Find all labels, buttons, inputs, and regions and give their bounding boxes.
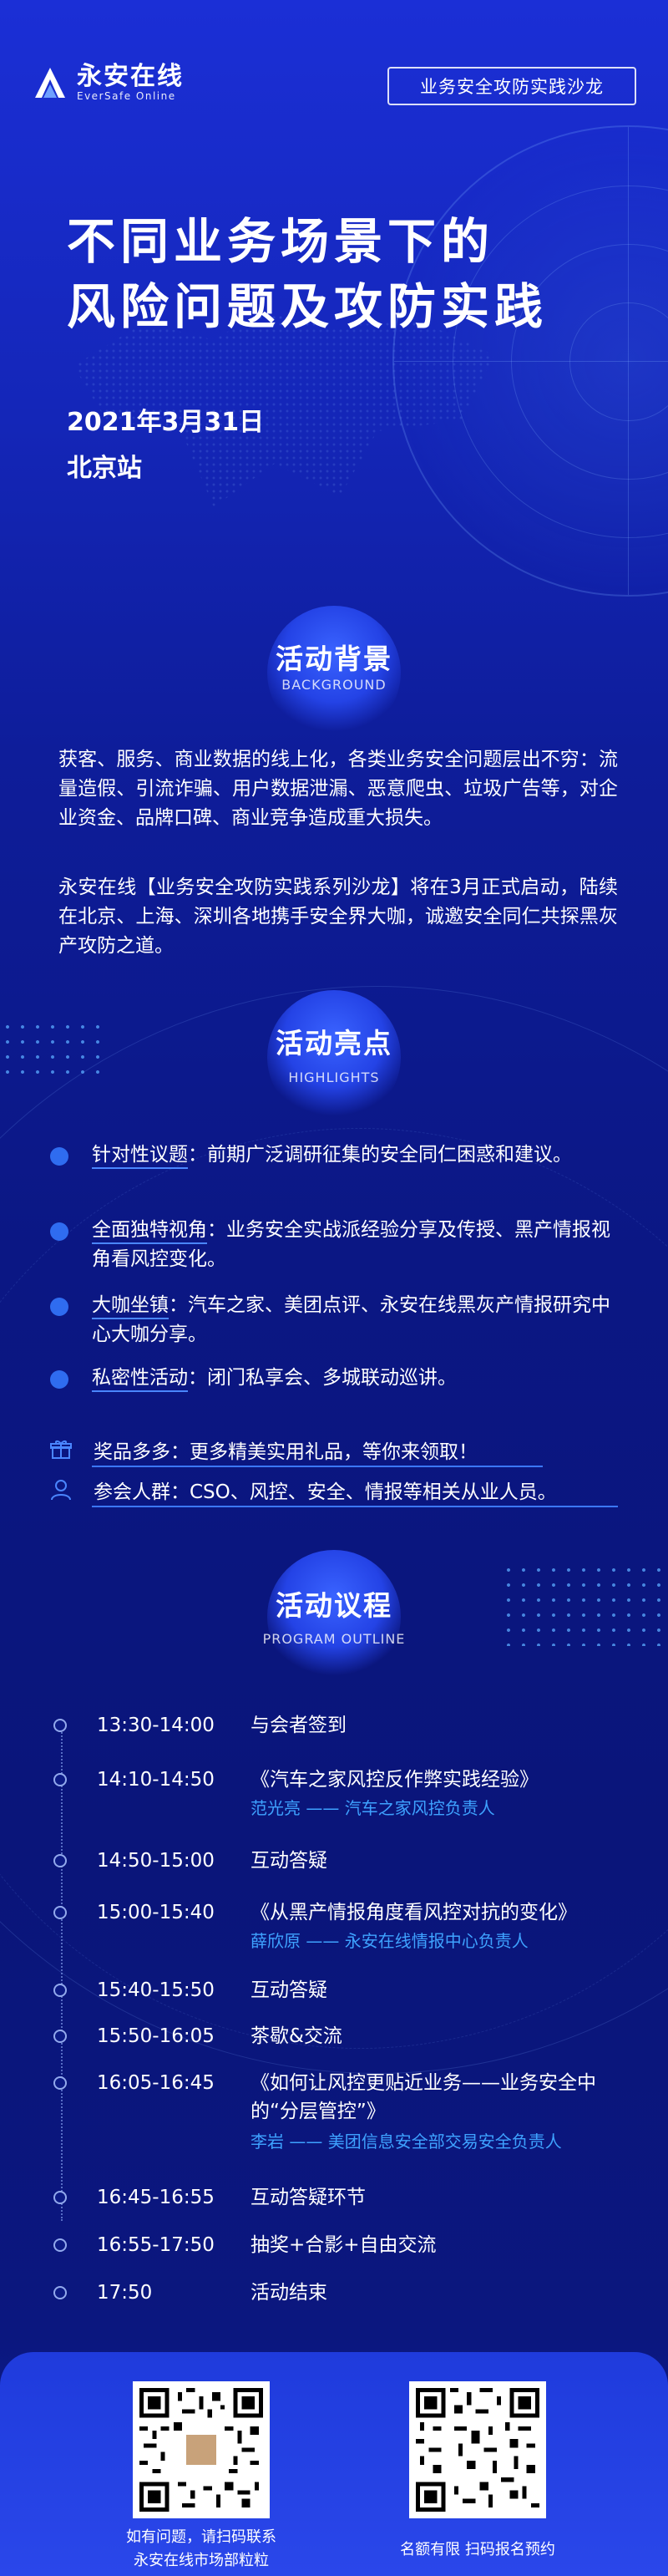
agenda-time: 15:50-16:05 bbox=[97, 2025, 215, 2047]
agenda-timeline bbox=[61, 1720, 63, 2221]
agenda-speaker: 范光亮 —— 汽车之家风控负责人 bbox=[250, 1798, 495, 1818]
signup-qr-code[interactable] bbox=[409, 2381, 546, 2518]
highlight-item: 大咖坐镇：汽车之家、美团点评、永安在线黑灰产情报研究中心大咖分享。 bbox=[50, 1291, 626, 1349]
footer-panel: 如有问题，请扫码联系 永安在线市场部粒粒 名额有限 扫码报名预约 bbox=[0, 2352, 668, 2576]
timeline-dot bbox=[53, 1906, 67, 1919]
event-poster: 永安在线 EverSafe Online 业务安全攻防实践沙龙 不同业务场景下的… bbox=[0, 0, 668, 2576]
background-paragraph-2: 永安在线【业务安全攻防实践系列沙龙】将在3月正式启动，陆续在北京、上海、深圳各地… bbox=[58, 876, 618, 957]
agenda-time: 16:45-16:55 bbox=[97, 2187, 215, 2208]
timeline-dot bbox=[53, 2191, 67, 2204]
agenda-subtitle: PROGRAM OUTLINE bbox=[262, 1631, 406, 1647]
agenda-speaker: 薛欣原 —— 永安在线情报中心负责人 bbox=[250, 1931, 529, 1951]
qr-code-icon bbox=[139, 2388, 263, 2512]
title-line-2: 风险问题及攻防实践 bbox=[67, 278, 549, 335]
timeline-dot bbox=[53, 2286, 67, 2299]
highlight-text: ：汽车之家、美团点评、永安在线黑灰产情报研究中心大咖分享。 bbox=[92, 1294, 610, 1345]
audience-underline bbox=[92, 1506, 618, 1507]
radar-decoration bbox=[392, 125, 668, 597]
highlights-subtitle: HIGHLIGHTS bbox=[288, 1070, 380, 1085]
timeline-dot bbox=[53, 1854, 67, 1867]
highlight-item: 针对性议题：前期广泛调研征集的安全同仁困惑和建议。 bbox=[50, 1141, 626, 1170]
prize-text: 奖品多多：更多精美实用礼品，等你来领取！ bbox=[94, 1441, 478, 1463]
brand-logo: 永安在线 EverSafe Online bbox=[32, 64, 184, 102]
radar-crosshair bbox=[628, 127, 629, 595]
agenda-time: 13:30-14:00 bbox=[97, 1715, 215, 1736]
agenda-topic: 互动答疑环节 bbox=[250, 2187, 366, 2208]
background-subtitle: BACKGROUND bbox=[281, 677, 387, 693]
bullet-icon bbox=[50, 1222, 68, 1241]
agenda-topic: 互动答疑 bbox=[250, 1979, 327, 2001]
bullet-icon bbox=[50, 1147, 68, 1166]
highlights-title: 活动亮点 bbox=[276, 1027, 392, 1059]
salon-tag: 业务安全攻防实践沙龙 bbox=[387, 67, 636, 105]
audience-row: 参会人群：CSO、风控、安全、情报等相关从业人员。 bbox=[50, 1476, 557, 1504]
agenda-time: 14:10-14:50 bbox=[97, 1769, 215, 1791]
timeline-dot bbox=[53, 2030, 67, 2043]
signup-qr-caption: 名额有限 扫码报名预约 bbox=[400, 2541, 555, 2558]
event-venue: 北京站 bbox=[67, 454, 142, 483]
timeline-dot bbox=[53, 2076, 67, 2090]
timeline-dot bbox=[53, 2238, 67, 2252]
event-date: 2021年3月31日 bbox=[67, 408, 265, 437]
agenda-topic: 《从黑产情报角度看风控对抗的变化》 bbox=[250, 1902, 577, 1923]
highlight-text: ：闭门私享会、多城联动巡讲。 bbox=[188, 1367, 457, 1389]
agenda-time: 17:50 bbox=[97, 2282, 153, 2304]
contact-caption-line-2: 永安在线市场部粒粒 bbox=[134, 2552, 269, 2569]
highlight-item: 私密性活动：闭门私享会、多城联动巡讲。 bbox=[50, 1364, 626, 1393]
audience-text: 参会人群：CSO、风控、安全、情报等相关从业人员。 bbox=[94, 1481, 557, 1503]
logo-chinese: 永安在线 bbox=[77, 62, 184, 91]
agenda-topic: 茶歇&交流 bbox=[250, 2025, 342, 2047]
bullet-icon bbox=[50, 1298, 68, 1316]
timeline-dot bbox=[53, 1773, 67, 1786]
background-title: 活动背景 bbox=[276, 643, 392, 675]
agenda-time: 14:50-15:00 bbox=[97, 1850, 215, 1872]
prize-underline bbox=[92, 1466, 543, 1467]
agenda-topic: 活动结束 bbox=[250, 2282, 327, 2304]
agenda-time: 15:40-15:50 bbox=[97, 1979, 215, 2001]
timeline-dot bbox=[53, 1984, 67, 1997]
logo-mark-icon bbox=[35, 68, 65, 98]
highlight-item: 全面独特视角：业务安全实战派经验分享及传授、黑产情报视角看风控变化。 bbox=[50, 1216, 626, 1274]
agenda-time: 16:05-16:45 bbox=[97, 2072, 215, 2094]
agenda-title: 活动议程 bbox=[276, 1589, 392, 1622]
agenda-topic: 互动答疑 bbox=[250, 1850, 327, 1872]
agenda-topic: 与会者签到 bbox=[250, 1715, 347, 1736]
qr-code-icon bbox=[416, 2388, 539, 2512]
contact-caption-line-1: 如有问题，请扫码联系 bbox=[126, 2528, 276, 2546]
title-line-1: 不同业务场景下的 bbox=[67, 213, 495, 270]
agenda-topic: 《汽车之家风控反作弊实践经验》 bbox=[250, 1769, 539, 1791]
highlight-text: ：前期广泛调研征集的安全同仁困惑和建议。 bbox=[188, 1144, 572, 1166]
contact-qr-code[interactable] bbox=[133, 2381, 270, 2518]
background-paragraph-1: 获客、服务、商业数据的线上化，各类业务安全问题层出不穷：流量造假、引流诈骗、用户… bbox=[58, 749, 618, 829]
contact-qr-caption: 如有问题，请扫码联系 永安在线市场部粒粒 bbox=[84, 2526, 319, 2573]
highlight-label: 私密性活动 bbox=[92, 1367, 188, 1392]
agenda-topic: 《如何让风控更贴近业务——业务安全中的“分层管控”》 bbox=[250, 2072, 596, 2122]
timeline-dot bbox=[53, 1719, 67, 1732]
agenda-time: 16:55-17:50 bbox=[97, 2234, 215, 2256]
gift-icon bbox=[50, 1440, 72, 1459]
agenda-speaker: 李岩 —— 美团信息安全部交易安全负责人 bbox=[250, 2131, 562, 2152]
highlight-label: 大咖坐镇 bbox=[92, 1294, 169, 1319]
prize-row: 奖品多多：更多精美实用礼品，等你来领取！ bbox=[50, 1435, 478, 1464]
logo-english: EverSafe Online bbox=[77, 90, 176, 102]
user-icon bbox=[51, 1480, 71, 1501]
agenda-time: 15:00-15:40 bbox=[97, 1902, 215, 1923]
highlight-label: 针对性议题 bbox=[92, 1144, 188, 1169]
page-title: 不同业务场景下的 风险问题及攻防实践 bbox=[67, 209, 548, 339]
agenda-topic: 抽奖+合影+自由交流 bbox=[250, 2234, 437, 2256]
highlight-label: 全面独特视角 bbox=[92, 1219, 207, 1244]
bullet-icon bbox=[50, 1370, 68, 1389]
radar-crosshair bbox=[394, 361, 668, 362]
